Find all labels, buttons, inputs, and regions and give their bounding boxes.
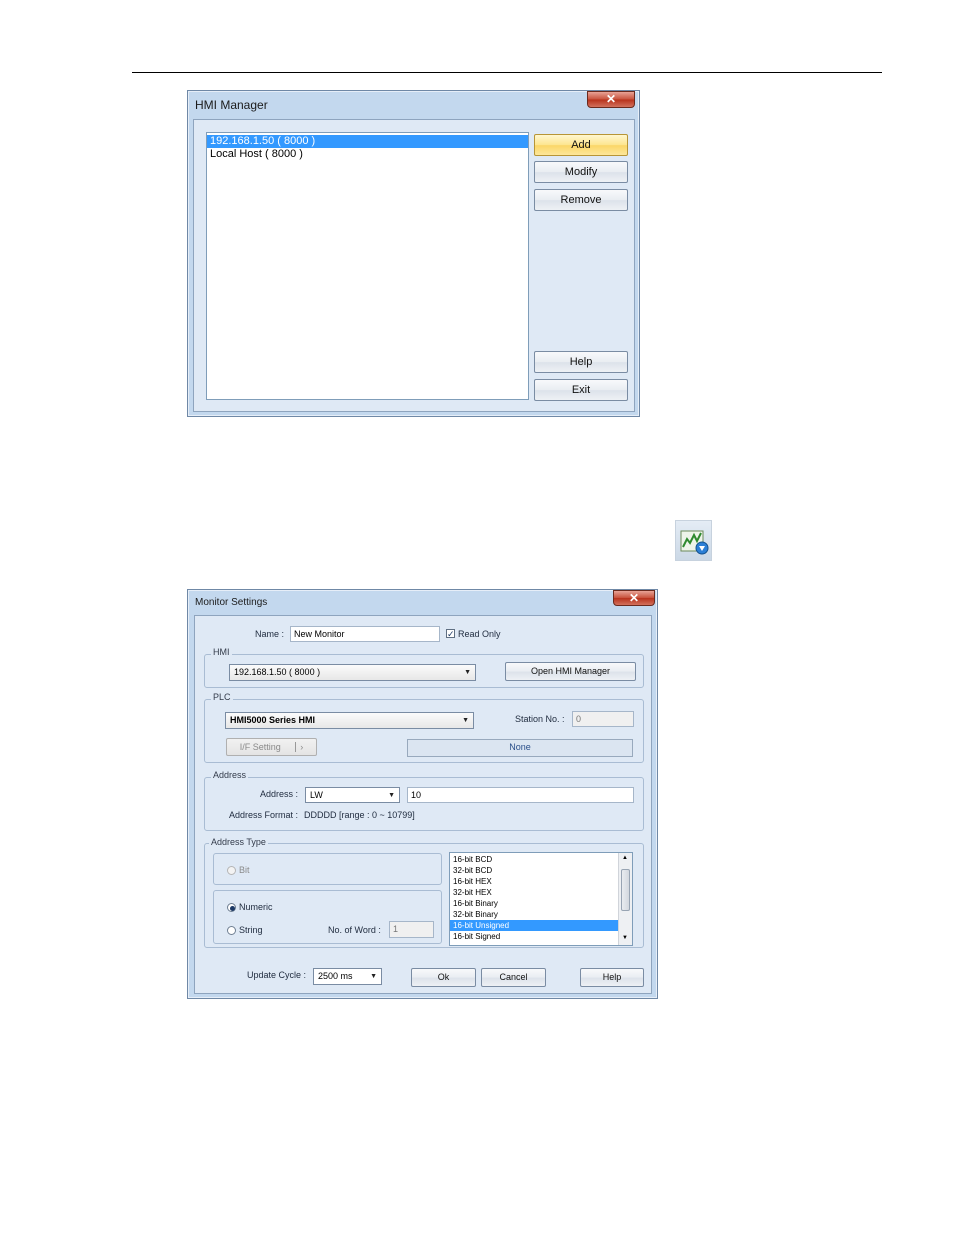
bit-radio[interactable] xyxy=(227,866,236,875)
address-value-input[interactable]: 10 xyxy=(407,787,634,803)
data-format-item[interactable]: 32-bit Binary xyxy=(450,909,618,920)
station-no-input[interactable]: 0 xyxy=(572,711,634,727)
modify-button[interactable]: Modify xyxy=(534,161,628,183)
hmi-list-item[interactable]: Local Host ( 8000 ) xyxy=(207,148,528,161)
plc-select[interactable]: HMI5000 Series HMI ▼ xyxy=(225,712,474,729)
if-setting-button[interactable]: I/F Setting › xyxy=(226,738,317,756)
hmi-manager-title: HMI Manager xyxy=(195,98,268,112)
cancel-button[interactable]: Cancel xyxy=(481,968,546,987)
read-only-checkbox[interactable]: ✓ xyxy=(446,629,455,639)
dropdown-arrow-icon: ▼ xyxy=(388,792,395,799)
data-format-item[interactable]: 16-bit Signed xyxy=(450,931,618,942)
address-type-group-label: Address Type xyxy=(209,837,268,847)
help-button[interactable]: Help xyxy=(534,351,628,373)
data-format-item[interactable]: 32-bit BCD xyxy=(450,865,618,876)
data-format-scrollbar[interactable]: ▲ ▼ xyxy=(618,853,632,945)
address-format-label: Address Format : xyxy=(229,810,299,820)
string-radio[interactable] xyxy=(227,926,236,935)
monitor-settings-client: Name : New Monitor ✓ Read Only HMI 192.1… xyxy=(194,615,652,994)
add-monitor-chart-icon[interactable] xyxy=(675,520,712,561)
station-no-label: Station No. : xyxy=(515,714,565,724)
if-status-field: None xyxy=(407,739,633,757)
address-group xyxy=(204,777,644,831)
data-format-item[interactable]: 32-bit HEX xyxy=(450,887,618,898)
chevron-right-icon: › xyxy=(295,742,304,752)
plc-select-value: HMI5000 Series HMI xyxy=(230,715,316,725)
dropdown-arrow-icon: ▼ xyxy=(464,669,471,676)
close-icon: ✕ xyxy=(628,591,640,605)
string-label: String xyxy=(239,925,263,935)
numeric-label: Numeric xyxy=(239,902,273,912)
address-label: Address : xyxy=(260,789,299,799)
help-button[interactable]: Help xyxy=(580,968,644,987)
dropdown-arrow-icon: ▼ xyxy=(462,717,469,724)
data-format-item[interactable]: 16-bit Unsigned xyxy=(450,920,618,931)
page-divider-line xyxy=(132,72,882,73)
monitor-settings-close-button[interactable]: ✕ xyxy=(613,590,655,606)
hmi-manager-close-button[interactable]: ✕ xyxy=(587,91,635,108)
data-format-list[interactable]: 16-bit BCD 32-bit BCD 16-bit HEX 32-bit HEX… xyxy=(449,852,633,946)
name-input[interactable]: New Monitor xyxy=(290,626,440,642)
hmi-select[interactable]: 192.168.1.50 ( 8000 ) ▼ xyxy=(229,664,476,681)
hmi-select-value: 192.168.1.50 ( 8000 ) xyxy=(234,667,321,677)
name-label: Name : xyxy=(255,629,285,639)
update-cycle-select[interactable]: 2500 ms ▼ xyxy=(313,968,382,985)
hmi-list-item[interactable]: 192.168.1.50 ( 8000 ) xyxy=(207,135,528,148)
address-device-value: LW xyxy=(310,790,323,800)
exit-button[interactable]: Exit xyxy=(534,379,628,401)
data-format-rows: 16-bit BCD 32-bit BCD 16-bit HEX 32-bit HEX… xyxy=(450,854,618,942)
add-button[interactable]: Add xyxy=(534,134,628,156)
word-count-label: No. of Word : xyxy=(328,925,381,935)
close-icon: ✕ xyxy=(605,92,617,106)
scroll-up-icon[interactable]: ▲ xyxy=(622,855,628,861)
chart-icon xyxy=(680,530,709,555)
numeric-radio[interactable] xyxy=(227,903,236,912)
scroll-down-icon[interactable]: ▼ xyxy=(622,935,628,941)
hmi-manager-client: 192.168.1.50 ( 8000 ) Local Host ( 8000 )… xyxy=(193,119,635,412)
monitor-settings-window: Monitor Settings ✕ Name : New Monitor ✓ … xyxy=(187,589,658,999)
ok-button[interactable]: Ok xyxy=(411,968,476,987)
data-format-item[interactable]: 16-bit Binary xyxy=(450,898,618,909)
address-group-label: Address xyxy=(211,770,249,780)
remove-button[interactable]: Remove xyxy=(534,189,628,211)
address-format-value: DDDDD [range : 0 ~ 10799] xyxy=(304,810,415,820)
read-only-label: Read Only xyxy=(458,629,501,639)
open-hmi-manager-button[interactable]: Open HMI Manager xyxy=(505,662,636,681)
data-format-item[interactable]: 16-bit BCD xyxy=(450,854,618,865)
word-count-input[interactable]: 1 xyxy=(389,921,434,938)
hmi-manager-window: HMI Manager ✕ 192.168.1.50 ( 8000 ) Local… xyxy=(187,90,640,417)
bit-label: Bit xyxy=(239,865,250,875)
monitor-settings-title: Monitor Settings xyxy=(195,597,268,608)
dropdown-arrow-icon: ▼ xyxy=(370,973,377,980)
update-cycle-value: 2500 ms xyxy=(318,971,353,981)
address-device-select[interactable]: LW ▼ xyxy=(305,787,400,803)
update-cycle-label: Update Cycle : xyxy=(247,970,307,980)
if-setting-label: I/F Setting xyxy=(239,742,281,752)
hmi-group-label: HMI xyxy=(211,647,232,657)
data-format-item[interactable]: 16-bit HEX xyxy=(450,876,618,887)
hmi-list[interactable]: 192.168.1.50 ( 8000 ) Local Host ( 8000 ) xyxy=(206,132,529,400)
scroll-thumb[interactable] xyxy=(621,869,630,911)
plc-group-label: PLC xyxy=(211,692,233,702)
